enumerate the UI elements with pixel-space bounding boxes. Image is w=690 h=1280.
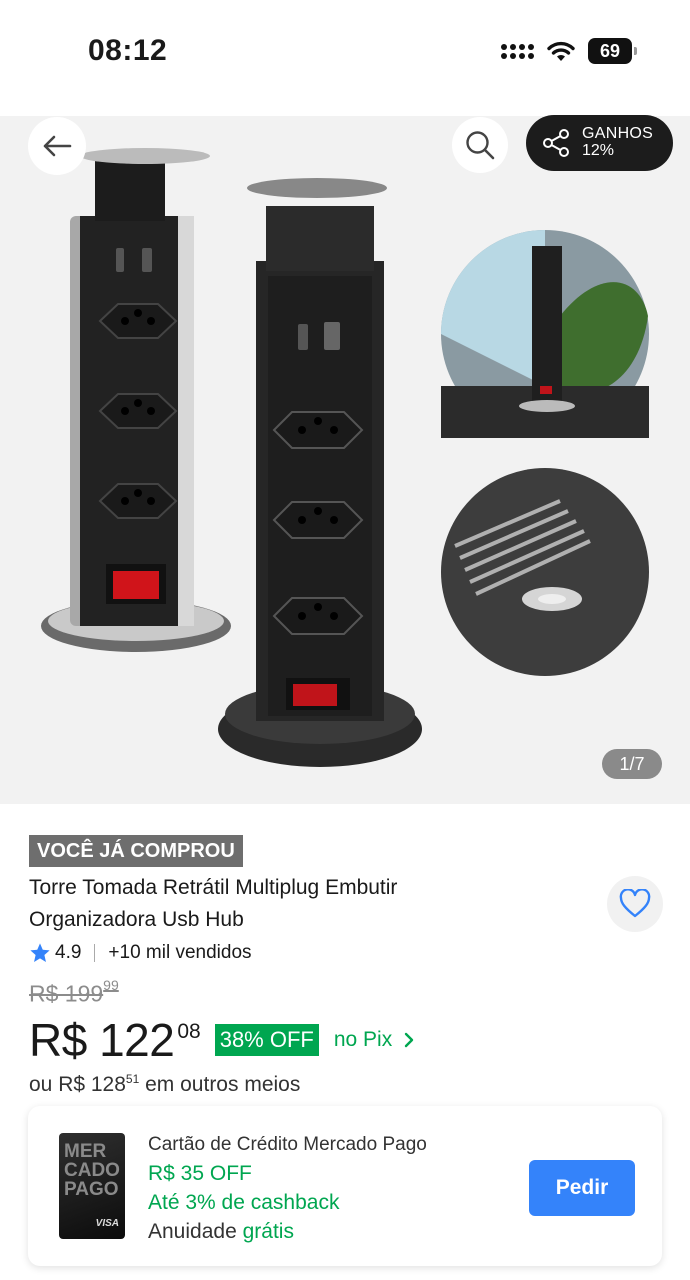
card-offer-title: Cartão de Crédito Mercado Pago	[148, 1134, 427, 1155]
mercado-pago-card-image: MER CADO PAGO VISA	[59, 1133, 125, 1239]
current-price: R$ 122	[29, 1014, 175, 1066]
current-price-row: R$ 122 08 38% OFF no Pix	[29, 1014, 414, 1066]
back-arrow-icon	[43, 135, 72, 157]
installments-info[interactable]: ou R$ 12851 em outros meios	[29, 1072, 300, 1097]
search-button[interactable]	[452, 117, 508, 173]
card-line-1: MER	[64, 1141, 107, 1162]
original-price: R$ 19999	[29, 977, 119, 1008]
original-price-cents: 99	[103, 977, 119, 993]
product-title: Torre Tomada Retrátil Multiplug Embutir …	[29, 876, 398, 931]
purchased-badge: VOCÊ JÁ COMPROU	[29, 835, 243, 867]
card-line-2: CADO	[64, 1160, 120, 1181]
star-icon	[30, 943, 50, 962]
current-price-cents: 08	[177, 1020, 201, 1043]
card-line-3: PAGO	[64, 1179, 119, 1200]
ganhos-label: GANHOS	[582, 125, 654, 143]
sold-count: +10 mil vendidos	[108, 942, 252, 963]
favorite-button[interactable]	[607, 876, 663, 932]
card-offer-text: Cartão de Crédito Mercado Pago R$ 35 OFF…	[148, 1130, 427, 1246]
heart-icon	[619, 889, 651, 918]
ganhos-percentage: 12%	[582, 142, 615, 159]
installments-prefix: ou R$ 128	[29, 1073, 126, 1096]
installments-suffix: em outros meios	[139, 1073, 301, 1096]
status-time: 08:12	[88, 34, 168, 67]
visa-logo: VISA	[95, 1218, 119, 1229]
discount-badge: 38% OFF	[214, 1024, 319, 1056]
product-image-gallery[interactable]	[0, 116, 690, 804]
pix-label: no Pix	[333, 1028, 393, 1051]
status-icons: 69	[501, 38, 637, 64]
rating-row[interactable]: 4.9 +10 mil vendidos	[29, 942, 252, 964]
search-icon	[466, 131, 495, 160]
product-image	[41, 148, 649, 767]
status-bar: 08:12 69	[0, 0, 690, 100]
annual-fee-value: grátis	[242, 1220, 294, 1243]
installments-cents: 51	[125, 1072, 140, 1086]
rating-divider	[94, 944, 96, 962]
battery-icon: 69	[588, 38, 637, 64]
order-card-button[interactable]: Pedir	[529, 1160, 635, 1216]
pix-link[interactable]: no Pix	[334, 1028, 414, 1052]
gallery-pager: 1/7	[602, 749, 662, 779]
wifi-icon	[547, 41, 575, 61]
rating-score: 4.9	[55, 942, 82, 963]
cell-signal-icon	[501, 43, 534, 59]
original-price-main: R$ 199	[29, 980, 104, 1007]
card-offer-cashback: Até 3% de cashback	[148, 1191, 340, 1214]
back-button[interactable]	[28, 117, 86, 175]
share-earnings-button[interactable]: GANHOS 12%	[526, 115, 673, 171]
annual-fee-label: Anuidade	[148, 1220, 243, 1243]
card-offer-annual-fee: Anuidade grátis	[148, 1217, 427, 1246]
chevron-right-icon	[405, 1032, 414, 1048]
card-offer-discount: R$ 35 OFF	[148, 1162, 252, 1185]
share-icon	[543, 129, 569, 157]
credit-card-offer[interactable]: MER CADO PAGO VISA Cartão de Crédito Mer…	[28, 1106, 662, 1266]
ganhos-text: GANHOS 12%	[582, 125, 654, 160]
